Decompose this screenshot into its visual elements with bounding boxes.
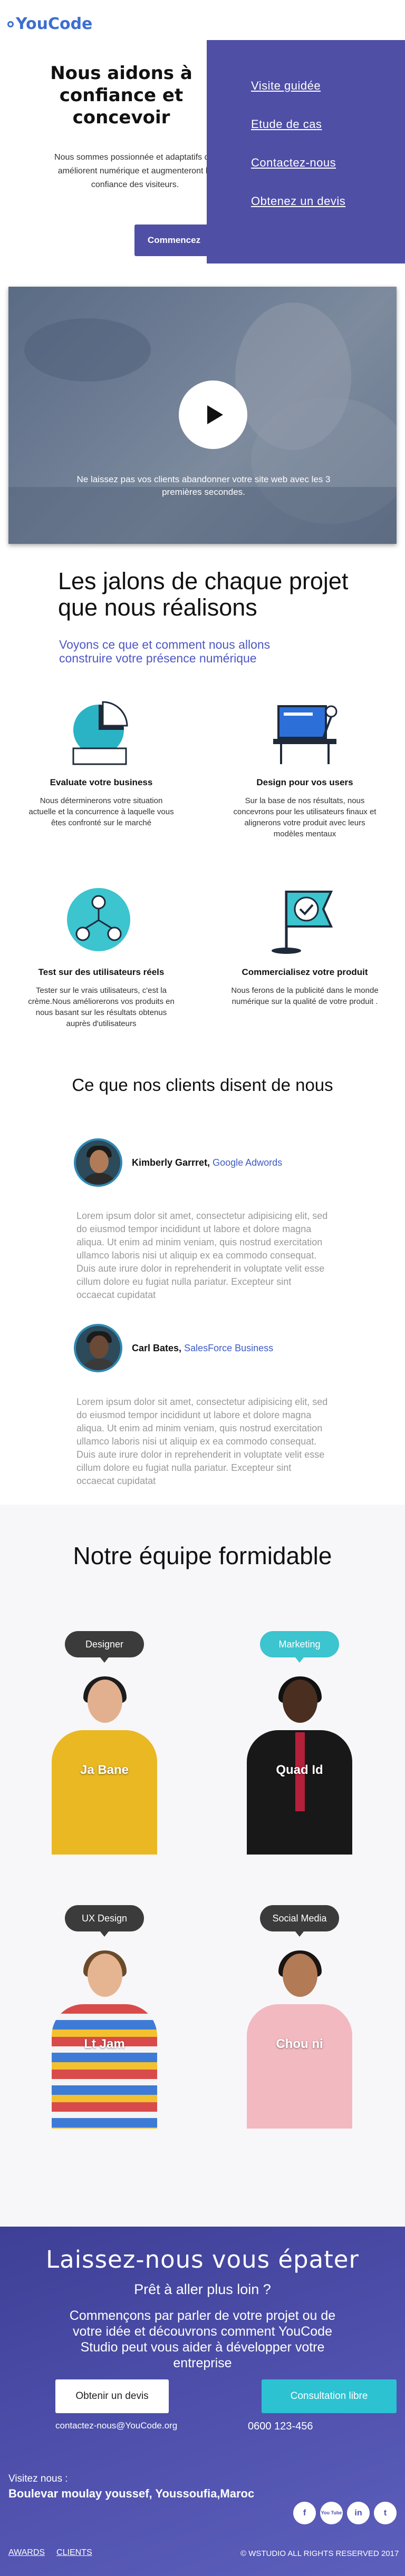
member-name: Ja Bane	[80, 1763, 129, 1777]
role-badge: UX Design	[65, 1905, 144, 1937]
feature-test: Test sur des utilisateurs réels Tester s…	[27, 885, 175, 1029]
role-badge: Marketing	[260, 1631, 339, 1663]
member-name: Lt Jam	[84, 2037, 125, 2051]
team-section: Notre équipe formidable Designer Ja Bane…	[0, 1505, 405, 2227]
feature-text: Sur la base de nos résultats, nous conce…	[233, 796, 377, 838]
menu-item-tour[interactable]: Visite guidée	[251, 79, 405, 93]
team-title: Notre équipe formidable	[73, 1542, 332, 1569]
facebook-icon[interactable]: f	[293, 2502, 316, 2524]
testimonial-text: Lorem ipsum dolor sit amet, consectetur …	[76, 1211, 328, 1300]
feature-text: Nous ferons de la publicité dans le mond…	[231, 986, 379, 1006]
milestones-title: Les jalons de chaque projet que nous réa…	[58, 568, 349, 621]
design-desk-icon	[273, 705, 338, 764]
testimonial-author: Kimberly Garrret, Google Adwords	[74, 1138, 282, 1187]
hero-section: YouCode Nous aidons à confiance et conce…	[0, 0, 405, 285]
feature-title: Commercialisez votre produit	[242, 967, 368, 977]
role-badge: Social Media	[260, 1905, 339, 1937]
chart-analysis-icon	[72, 701, 128, 765]
footer-cta: Laissez-nous vous épater Prêt à aller pl…	[0, 2227, 405, 2576]
hero-title: Nous aidons à confiance et concevoir	[50, 63, 192, 128]
linkedin-icon[interactable]: in	[347, 2502, 370, 2524]
menu-item-quote[interactable]: Obtenez un devis	[251, 194, 405, 208]
footer-links: AWARDS CLIENTS	[8, 2548, 92, 2558]
team-member: Designer Ja Bane	[25, 1631, 184, 1855]
milestones-subtitle: Voyons ce que et comment nous allons con…	[59, 638, 271, 665]
get-quote-button[interactable]: Obtenir un devis	[55, 2379, 169, 2413]
author-company[interactable]: Google Adwords	[213, 1157, 282, 1168]
team-member: Marketing Quad Id	[220, 1631, 379, 1855]
video-player[interactable]: Ne laissez pas vos clients abandonner vo…	[8, 287, 397, 544]
feature-market: Commercialisez votre produit Nous ferons…	[231, 885, 379, 1007]
feature-design: Design pour vos users Sur la base de nos…	[231, 696, 379, 840]
copyright: © WSTUDIO ALL RIGHTS RESERVED 2017	[240, 2549, 399, 2558]
start-button[interactable]: Commencez	[134, 225, 214, 256]
user-network-icon	[67, 888, 130, 951]
cta-subtitle: Prêt à aller plus loin ?	[134, 2281, 271, 2297]
cta-title: Laissez-nous vous épater	[46, 2246, 359, 2273]
logo-icon	[7, 21, 14, 27]
testimonial-author: Carl Bates, SalesForce Business	[74, 1324, 273, 1372]
avatar	[74, 1138, 122, 1187]
role-badge: Designer	[65, 1631, 144, 1663]
team-member: Social Media Chou ni	[220, 1905, 379, 2129]
testimonial-text: Lorem ipsum dolor sit amet, consectetur …	[76, 1397, 328, 1486]
footer-link-awards[interactable]: AWARDS	[8, 2548, 45, 2558]
flag-check-icon	[272, 891, 333, 954]
social-links: f You Tube in t	[293, 2502, 397, 2524]
author-name: Kimberly Garrret, Google Adwords	[132, 1157, 282, 1168]
youtube-icon[interactable]: You Tube	[320, 2502, 343, 2524]
member-name: Quad Id	[276, 1763, 323, 1777]
testimonials-title: Ce que nos clients disent de nous	[72, 1075, 333, 1095]
free-consultation-button[interactable]: Consultation libre	[262, 2379, 397, 2413]
feature-title: Test sur des utilisateurs réels	[38, 967, 165, 977]
avatar	[74, 1324, 122, 1372]
cta-text: Commençons par parler de votre projet ou…	[69, 2308, 336, 2370]
visit-label: Visitez nous :	[8, 2473, 68, 2484]
page: YouCode Nous aidons à confiance et conce…	[0, 0, 405, 2576]
feature-title: Evaluate votre business	[50, 777, 153, 787]
hero-text: Nous sommes possionnée et adaptatifs qui…	[54, 153, 216, 189]
author-company[interactable]: SalesForce Business	[184, 1343, 273, 1353]
logo[interactable]: YouCode	[7, 15, 92, 33]
dropdown-menu: Visite guidée Etude de cas Contactez-nou…	[207, 40, 405, 264]
contact-phone: 0600 123-456	[248, 2421, 313, 2432]
play-icon	[207, 405, 223, 424]
play-button[interactable]	[179, 380, 247, 449]
footer-link-clients[interactable]: CLIENTS	[56, 2548, 92, 2558]
team-member: UX Design Lt Jam	[25, 1905, 184, 2129]
menu-item-contact[interactable]: Contactez-nous	[251, 156, 405, 170]
author-name: Carl Bates, SalesForce Business	[132, 1343, 273, 1354]
author-name-text: Carl Bates,	[132, 1342, 182, 1353]
feature-text: Nous déterminerons votre situation actue…	[28, 796, 174, 827]
feature-evaluate: Evaluate votre business Nous déterminero…	[27, 696, 175, 828]
twitter-icon[interactable]: t	[374, 2502, 397, 2524]
logo-text: YouCode	[16, 15, 93, 33]
menu-item-case-study[interactable]: Etude de cas	[251, 118, 405, 131]
member-name: Chou ni	[276, 2037, 323, 2051]
feature-title: Design pour vos users	[256, 777, 353, 787]
contact-email[interactable]: contactez-nous@YouCode.org	[55, 2421, 177, 2431]
address: Boulevar moulay youssef, Youssoufia,Maro…	[8, 2487, 255, 2500]
video-caption: Ne laissez pas vos clients abandonner vo…	[76, 474, 331, 497]
author-name-text: Kimberly Garrret,	[132, 1157, 210, 1168]
feature-text: Tester sur le vrais utilisateurs, c'est …	[28, 986, 175, 1028]
